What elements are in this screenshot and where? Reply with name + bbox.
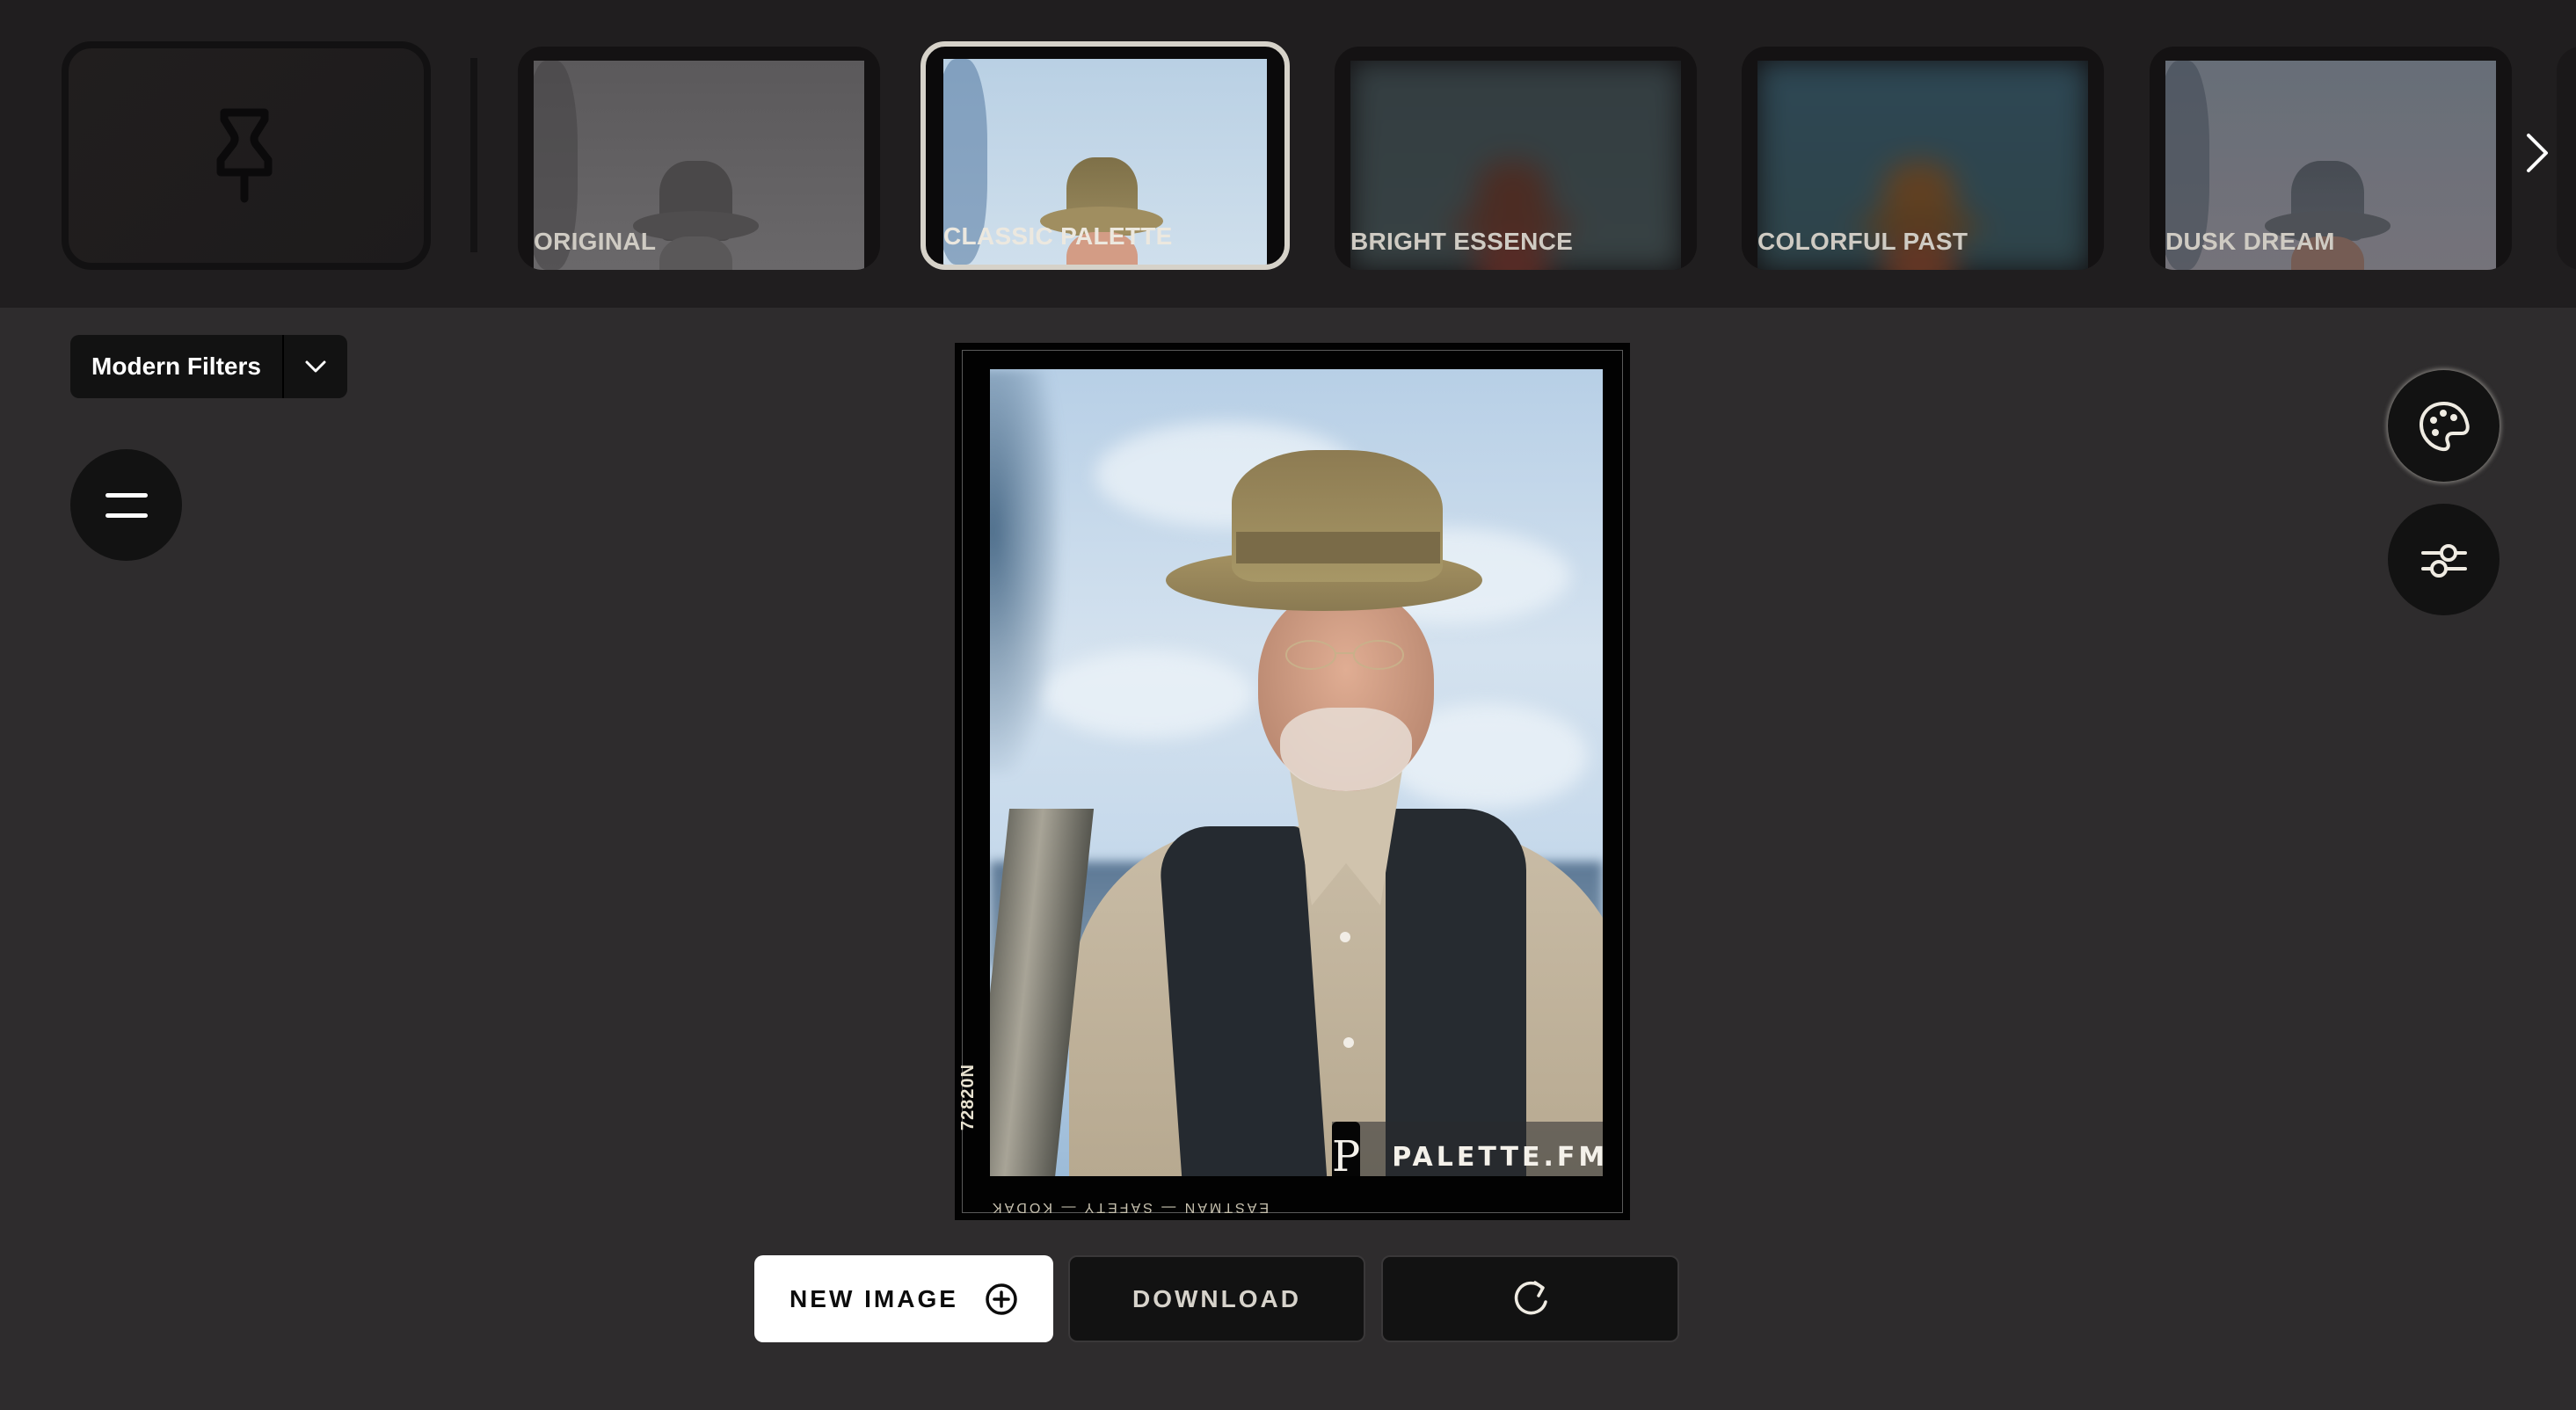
plus-circle-icon [986,1283,1017,1315]
photo-image: P PALETTE.FM [990,369,1603,1176]
new-image-label: NEW IMAGE [790,1284,958,1312]
filter-label: COLORFUL PAST [1757,228,1968,255]
menu-button[interactable] [70,449,182,561]
pin-icon [216,108,273,203]
refresh-icon [1514,1280,1547,1314]
filter-card-bright-essence[interactable]: BRIGHT ESSENCE [1335,47,1697,270]
filter-label: DUSK DREAM [2165,228,2335,255]
dropdown-toggle[interactable] [284,335,347,398]
regenerate-button[interactable] [1381,1255,1679,1342]
filter-card-colorful-past[interactable]: COLORFUL PAST [1742,47,2104,270]
watermark-text: PALETTE.FM [1392,1141,1603,1173]
filter-label: ORIGINAL [534,228,657,255]
palette-app: ORIGINAL CLASSIC PALETTE BRIGHT ESSENCE … [0,0,2576,1410]
film-code: 72820N [958,1064,978,1131]
colorized-photo: P PALETTE.FM 72820N EASTMAN — SAFETY — K… [955,343,1630,1220]
download-label: DOWNLOAD [1132,1284,1301,1312]
film-edge-text: EASTMAN — SAFETY — KODAK [990,1200,1270,1215]
chevron-down-icon [305,360,326,373]
download-button[interactable]: DOWNLOAD [1068,1255,1365,1342]
chevron-right-icon[interactable] [2525,132,2551,174]
filter-label: CLASSIC PALETTE [943,222,1173,250]
filter-label: BRIGHT ESSENCE [1350,228,1574,255]
filter-card-dusk-dream[interactable]: DUSK DREAM [2150,47,2512,270]
filter-card-original[interactable]: ORIGINAL [518,47,880,270]
menu-icon-bar-top [105,492,148,498]
filter-set-label: Modern Filters [91,352,261,380]
watermark-logo: P [1332,1122,1361,1176]
filter-card-classic-palette[interactable]: CLASSIC PALETTE [921,41,1290,270]
palette-icon [2419,401,2470,451]
filter-set-dropdown[interactable]: Modern Filters [70,335,347,398]
new-image-button[interactable]: NEW IMAGE [754,1255,1053,1342]
strip-divider [470,58,477,252]
watermark: P PALETTE.FM [1332,1122,1603,1176]
palette-tool-button[interactable] [2388,370,2500,482]
filter-strip: ORIGINAL CLASSIC PALETTE BRIGHT ESSENCE … [0,0,2576,308]
sliders-icon [2420,543,2467,578]
menu-icon-bar-bottom [105,512,148,518]
pin-filter-button[interactable] [62,41,431,270]
adjust-tool-button[interactable] [2388,504,2500,615]
filter-card-next-peek[interactable] [2557,47,2576,270]
